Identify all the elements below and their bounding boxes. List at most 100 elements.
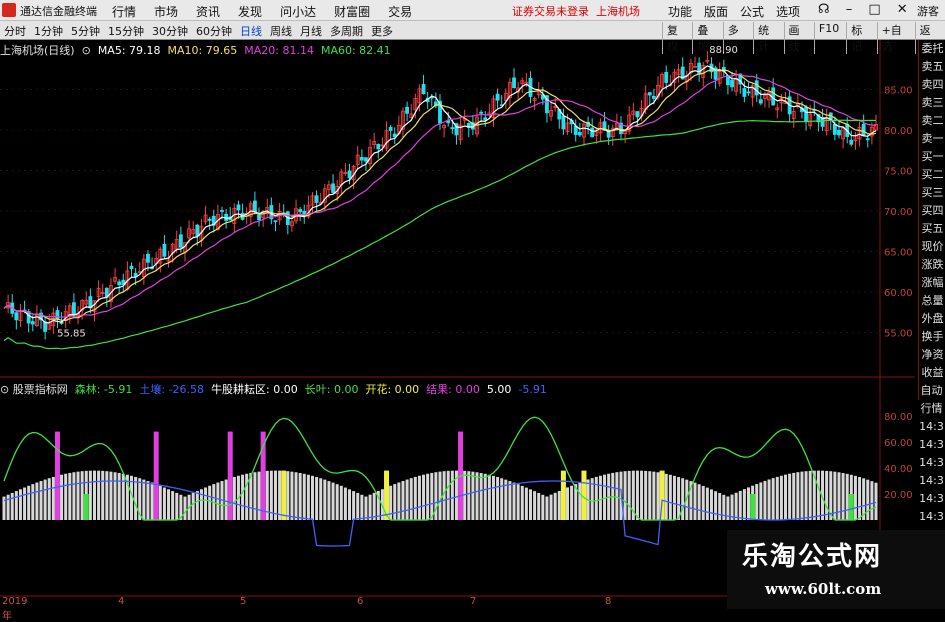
side-item[interactable]: 卖一 [919, 130, 945, 148]
menu-quotes[interactable]: 行情 [112, 3, 136, 20]
area-bar [804, 471, 808, 520]
menu-ask[interactable]: 问小达 [280, 3, 316, 20]
area-bar [693, 482, 697, 520]
side-item[interactable]: 卖二 [919, 112, 945, 130]
y-ticks: 85.00 80.00 75.00 70.00 65.00 60.00 55.00 80.00… [884, 86, 913, 502]
tab-weekly[interactable]: 周线 [270, 23, 292, 39]
area-bar [528, 489, 532, 520]
area-bar [541, 494, 545, 520]
side-item[interactable]: 卖四 [919, 76, 945, 94]
side-item[interactable]: 买一 [919, 148, 945, 166]
tab-monthly[interactable]: 月线 [300, 23, 322, 39]
tab-5min[interactable]: 5分钟 [71, 23, 100, 39]
ind-flower: 开花: 0.00 [365, 383, 420, 396]
area-bar [245, 473, 249, 520]
tick-item: 14:3 [919, 438, 944, 451]
side-item[interactable]: 换手 [919, 328, 945, 346]
side-item[interactable]: 买二 [919, 166, 945, 184]
side-item[interactable]: 涨跌 [919, 256, 945, 274]
side-item[interactable]: 买三 [919, 184, 945, 202]
area-bar [520, 485, 524, 520]
headset-icon[interactable]: ☊ [818, 2, 830, 17]
menu-options[interactable]: 选项 [776, 3, 800, 20]
candle-body [146, 253, 150, 263]
side-item[interactable]: 现价 [919, 238, 945, 256]
indicator-name[interactable]: 股票指标网 [13, 383, 68, 396]
side-item[interactable]: 总量 [919, 292, 945, 310]
area-bar [858, 477, 862, 520]
trade-status[interactable]: 证券交易未登录 上海机场 [512, 3, 640, 19]
candle-body [364, 157, 368, 162]
tab-15min[interactable]: 15分钟 [108, 23, 144, 39]
area-bar [796, 472, 800, 520]
side-item[interactable]: 委托 [919, 40, 945, 58]
area-bar [615, 472, 619, 520]
candle-body [590, 127, 595, 138]
candle-body [405, 106, 409, 114]
candle-body [195, 224, 200, 237]
tab-30min[interactable]: 30分钟 [152, 23, 188, 39]
area-bar [409, 478, 413, 520]
menu-wealth[interactable]: 财富圈 [334, 3, 370, 20]
close-icon[interactable]: ✕ [897, 2, 908, 17]
ma5-label: MA5: 79.18 [97, 44, 161, 57]
tab-multi-period[interactable]: 多周期 [330, 23, 363, 39]
y-tick-label: 85.00 [884, 86, 913, 97]
candle-body [758, 99, 763, 104]
tab-60min[interactable]: 60分钟 [196, 23, 232, 39]
side-item[interactable]: 卖五 [919, 58, 945, 76]
guest-label[interactable]: 游客 [917, 3, 939, 19]
menu-formula[interactable]: 公式 [740, 3, 764, 20]
side-item[interactable]: 净资 [919, 346, 945, 364]
area-bar [286, 471, 290, 520]
area-bar [405, 479, 409, 520]
chart-canvas[interactable]: 88.90 55.85 85.00 80.00 75.00 70.00 65.00 60.0… [0, 40, 915, 600]
app-title: 通达信金融终端 [20, 5, 97, 18]
side-item[interactable]: 外盘 [919, 310, 945, 328]
area-bar [319, 478, 323, 520]
candle-body [178, 234, 183, 248]
tab-intraday[interactable]: 分时 [4, 23, 26, 39]
area-bar [14, 491, 18, 520]
area-bar [578, 482, 582, 520]
tab-1min[interactable]: 1分钟 [34, 23, 63, 39]
menu-discover[interactable]: 发现 [238, 3, 262, 20]
minimize-icon[interactable]: – [846, 2, 853, 17]
menu-market[interactable]: 市场 [154, 3, 178, 20]
candlesticks [6, 50, 878, 340]
area-bar [327, 481, 331, 520]
ind-leaf: 长叶: 0.00 [304, 383, 359, 396]
candle-body [347, 170, 352, 179]
menu-news[interactable]: 资讯 [196, 3, 220, 20]
side-item[interactable]: 买五 [919, 220, 945, 238]
candle-body [832, 124, 837, 135]
ma60-line [3, 119, 877, 350]
area-bar [681, 478, 685, 520]
area-bar [204, 487, 208, 520]
tab-daily[interactable]: 日线 [240, 23, 262, 39]
indicator-header: ⊙ 股票指标网 森林: -5.91 土壤: -26.58 牛股耕耘区: 0.00… [0, 381, 547, 397]
area-bar [434, 472, 438, 520]
date-label: 6 [357, 596, 364, 607]
side-item[interactable]: 买四 [919, 202, 945, 220]
indicator-settings-icon[interactable]: ⊙ [0, 383, 9, 396]
side-item[interactable]: 涨幅 [919, 274, 945, 292]
area-bar [257, 471, 261, 520]
candle-body [253, 200, 257, 213]
side-item[interactable]: 收益 [919, 364, 945, 382]
menu-layout[interactable]: 版面 [704, 3, 728, 20]
candle-body [577, 132, 582, 136]
settings-icon[interactable]: ⊙ [78, 44, 94, 57]
tab-more[interactable]: 更多 [371, 23, 393, 39]
quote-side-panel: 委托 卖五 卖四 卖三 卖二 卖一 买一 买二 买三 买四 买五 现价 涨跌 涨幅 总量 外盘 换手 净资 收益 [918, 40, 945, 400]
side-item[interactable]: 卖三 [919, 94, 945, 112]
area-bar [315, 476, 319, 520]
menu-function[interactable]: 功能 [668, 3, 692, 20]
candle-body [651, 95, 656, 99]
tick-item: 14:3 [919, 456, 944, 469]
maximize-icon[interactable]: □ [868, 2, 880, 17]
date-label: 5 [240, 596, 247, 607]
area-bar [446, 470, 450, 520]
stock-title[interactable]: 上海机场(日线) [0, 44, 75, 57]
menu-trade[interactable]: 交易 [388, 3, 412, 20]
